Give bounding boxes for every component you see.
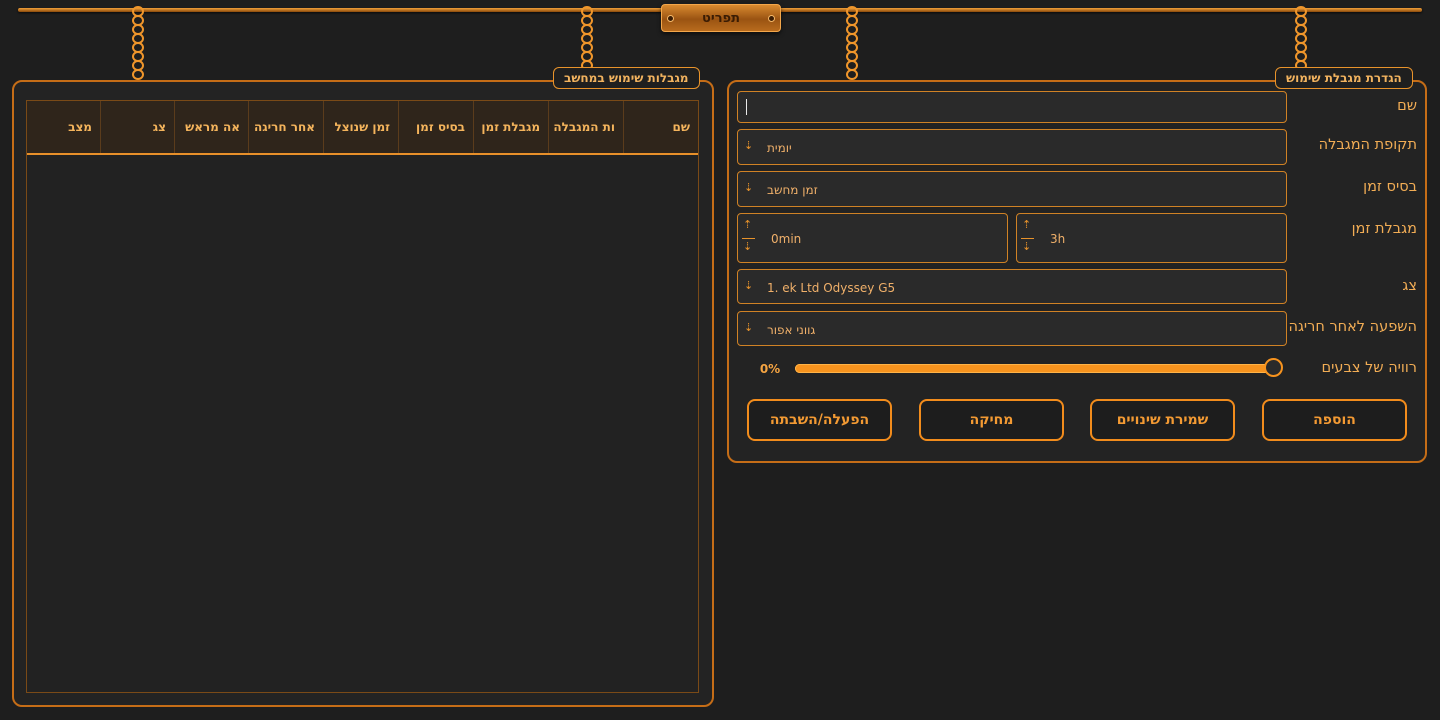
column-header-time-base[interactable]: בסיס זמן <box>398 101 473 153</box>
after-exceed-select[interactable]: ⇣ גווני אפור <box>737 311 1287 346</box>
settings-panel-title: הגדרת מגבלת שימוש <box>1275 67 1413 89</box>
save-changes-button[interactable]: שמירת שינויים <box>1090 399 1235 441</box>
name-label: שם <box>1397 98 1417 114</box>
arrow-down-icon[interactable]: ⇣ <box>743 241 752 252</box>
limits-table[interactable]: שם ות המגבלה מגבלת זמן בסיס זמן זמן שנוצ… <box>26 100 699 693</box>
arrow-down-icon[interactable]: ⇣ <box>1022 241 1031 252</box>
time-base-select[interactable]: ⇣ זמן מחשב <box>737 171 1287 207</box>
stepper-divider <box>1021 238 1034 239</box>
menu-label: תפריט <box>702 10 740 26</box>
table-header: שם ות המגבלה מגבלת זמן בסיס זמן זמן שנוצ… <box>27 101 698 155</box>
period-value: יומית <box>767 141 792 155</box>
list-panel-title: מגבלות שימוש במחשב <box>553 67 700 89</box>
text-caret <box>746 99 747 115</box>
column-header-time-used[interactable]: זמן שנוצל <box>323 101 398 153</box>
time-base-value: זמן מחשב <box>767 183 818 197</box>
monitor-label: צג <box>1402 278 1417 294</box>
monitor-value: 1. ek Ltd Odyssey G5 <box>767 281 896 295</box>
nail-icon <box>667 15 674 22</box>
minutes-value: 0min <box>771 232 802 246</box>
column-header-status[interactable]: מצב <box>27 101 100 153</box>
stepper-divider <box>742 238 755 239</box>
menu-button[interactable]: תפריט <box>661 4 781 32</box>
toggle-button[interactable]: הפעלה/השבתה <box>747 399 892 441</box>
arrow-down-icon: ⇣ <box>744 321 754 334</box>
arrow-up-icon[interactable]: ⇡ <box>1022 219 1031 230</box>
column-header-monitor[interactable]: צג <box>100 101 174 153</box>
hours-value: 3h <box>1050 232 1066 246</box>
column-header-time-limit[interactable]: מגבלת זמן <box>473 101 548 153</box>
column-header-period[interactable]: ות המגבלה <box>548 101 623 153</box>
period-select[interactable]: ⇣ יומית <box>737 129 1287 165</box>
period-label: תקופת המגבלה <box>1318 137 1417 153</box>
hours-stepper[interactable]: ⇡ ⇣ 3h <box>1016 213 1287 263</box>
arrow-up-icon[interactable]: ⇡ <box>743 219 752 230</box>
saturation-value: 0% <box>759 362 781 376</box>
monitor-select[interactable]: ⇣ 1. ek Ltd Odyssey G5 <box>737 269 1287 304</box>
saturation-label: רוויה של צבעים <box>1321 360 1417 376</box>
chain-icon <box>131 6 147 90</box>
nail-icon <box>768 15 775 22</box>
column-header-after-exceed[interactable]: אחר חריגה <box>248 101 323 153</box>
minutes-stepper[interactable]: ⇡ ⇣ 0min <box>737 213 1008 263</box>
name-input[interactable] <box>737 91 1287 123</box>
column-header-advance-warning[interactable]: אה מראש <box>174 101 248 153</box>
column-header-name[interactable]: שם <box>623 101 698 153</box>
saturation-slider-thumb[interactable] <box>1264 358 1283 377</box>
saturation-slider-track[interactable] <box>795 364 1279 373</box>
arrow-down-icon: ⇣ <box>744 139 754 152</box>
arrow-down-icon: ⇣ <box>744 279 754 292</box>
time-limit-label: מגבלת זמן <box>1351 221 1417 237</box>
after-exceed-value: גווני אפור <box>767 323 816 337</box>
arrow-down-icon: ⇣ <box>744 181 754 194</box>
add-button[interactable]: הוספה <box>1262 399 1407 441</box>
delete-button[interactable]: מחיקה <box>919 399 1064 441</box>
time-base-label: בסיס זמן <box>1363 179 1417 195</box>
after-exceed-label: השפעה לאחר חריגה <box>1288 319 1417 335</box>
chain-icon <box>845 6 861 90</box>
